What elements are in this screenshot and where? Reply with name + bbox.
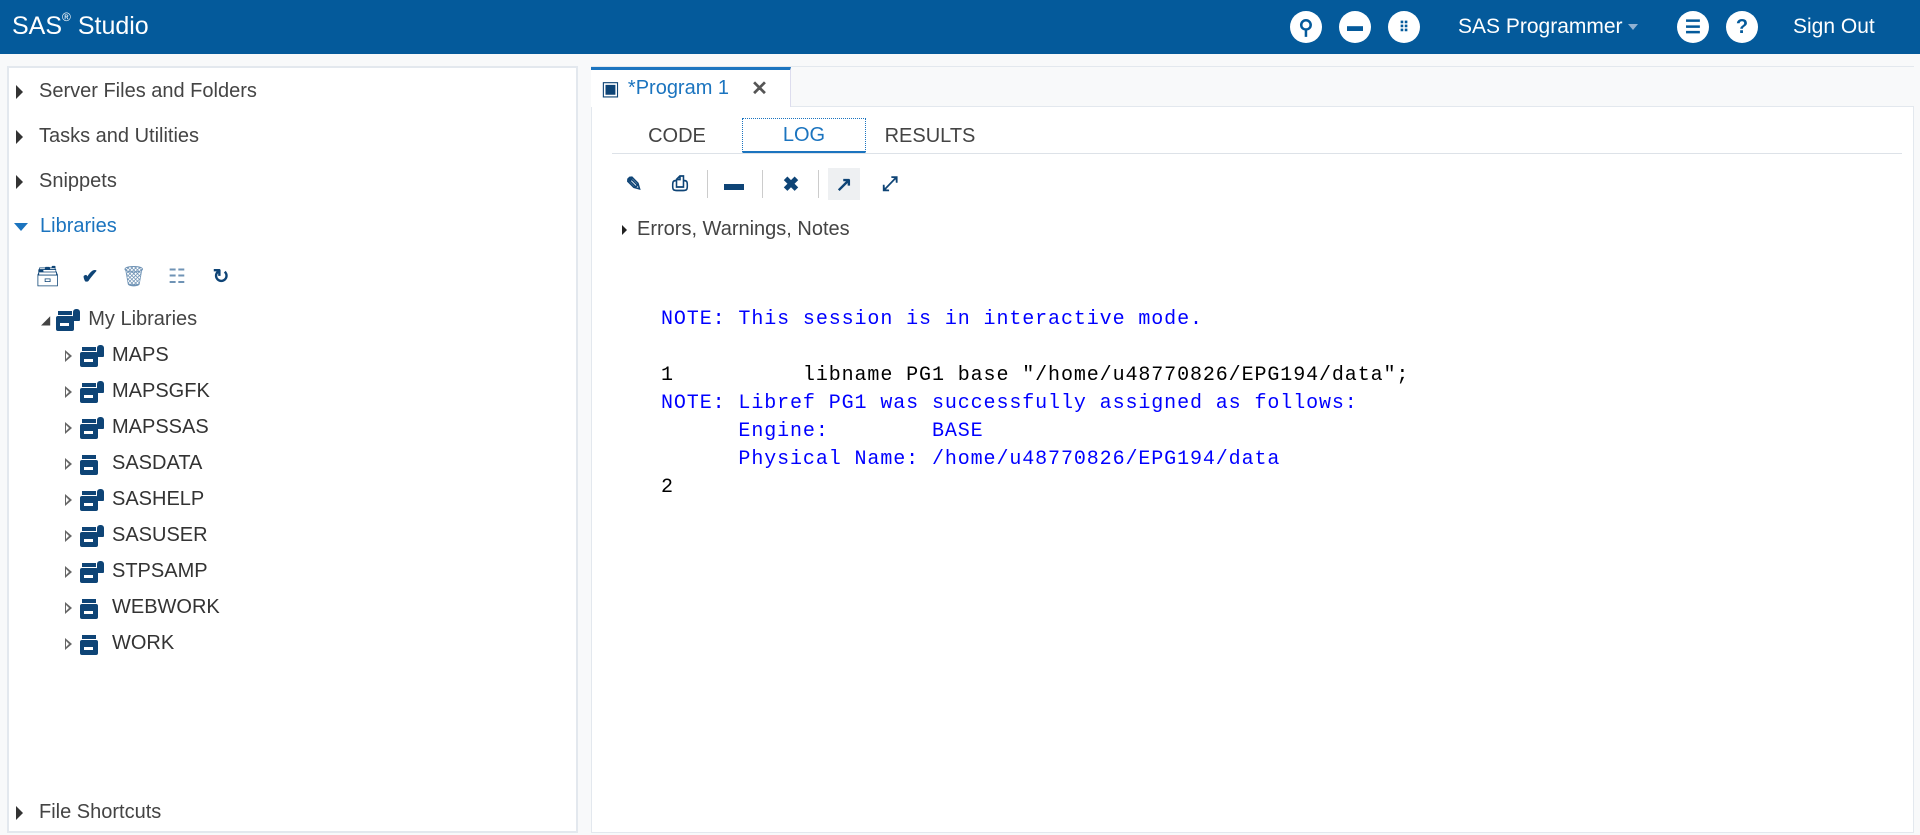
library-icon	[80, 633, 104, 655]
expand-icon	[16, 129, 23, 144]
tree-library-webwork[interactable]: WEBWORK	[65, 596, 220, 619]
go-to-line-icon[interactable]: ↗	[828, 168, 860, 200]
help-icon[interactable]: ?	[1726, 11, 1758, 43]
divider	[612, 153, 1902, 154]
delete-icon[interactable]: 🗑	[121, 264, 146, 288]
tree-library-mapsgfk[interactable]: MAPSGFK	[65, 380, 210, 403]
tree-my-libraries[interactable]: ◢ My Libraries	[41, 308, 197, 331]
app-header: SAS® Studio ⚲ ▬ ⠿ SAS Programmer ☰ ? Sig…	[0, 0, 1920, 54]
close-icon[interactable]: ✕	[751, 76, 768, 101]
section-snippets[interactable]: Snippets	[16, 170, 117, 193]
expand-icon	[65, 457, 72, 470]
tab-log[interactable]: LOG	[742, 118, 866, 154]
log-output: NOTE: This session is in interactive mod…	[661, 306, 1409, 502]
locked-library-icon	[80, 524, 104, 547]
tab-results[interactable]: RESULTS	[870, 118, 990, 154]
tree-library-work[interactable]: WORK	[65, 632, 174, 655]
section-file-shortcuts[interactable]: File Shortcuts	[16, 801, 161, 824]
locked-library-icon	[80, 344, 104, 367]
tab-bar	[791, 67, 1914, 107]
locked-library-icon	[80, 416, 104, 439]
library-icon	[80, 597, 104, 619]
divider	[707, 170, 708, 198]
divider	[762, 170, 763, 198]
tab-program-1[interactable]: ▣ *Program 1 ✕	[591, 67, 791, 107]
expand-icon	[65, 529, 72, 542]
open-folder-icon[interactable]: ▬	[1339, 11, 1371, 43]
tree-library-sasdata[interactable]: SASDATA	[65, 452, 202, 475]
new-library-icon[interactable]: 🗃	[35, 264, 60, 288]
tree-library-stpsamp[interactable]: STPSAMP	[65, 560, 208, 583]
log-line: Engine: BASE	[661, 420, 997, 443]
app-title: SAS® Studio	[12, 10, 149, 40]
divider	[818, 170, 819, 198]
sign-out-button[interactable]: Sign Out	[1793, 15, 1875, 39]
expand-icon	[16, 805, 23, 820]
expand-icon	[65, 637, 72, 650]
chevron-down-icon[interactable]	[1628, 24, 1638, 30]
navigation-pane: Server Files and Folders Tasks and Utili…	[7, 66, 578, 833]
clear-log-icon[interactable]: ✖	[775, 168, 807, 200]
tree-library-sashelp[interactable]: SASHELP	[65, 488, 204, 511]
section-tasks[interactable]: Tasks and Utilities	[16, 125, 199, 148]
save-log-icon[interactable]: ✎	[618, 168, 650, 200]
library-icon	[80, 453, 104, 475]
role-selector[interactable]: SAS Programmer	[1458, 15, 1623, 39]
section-server-files[interactable]: Server Files and Folders	[16, 80, 257, 103]
log-line: NOTE: Libref PG1 was successfully assign…	[661, 392, 1371, 415]
log-line: Physical Name: /home/u48770826/EPG194/da…	[661, 448, 1281, 471]
expand-icon	[65, 421, 72, 434]
expand-icon	[65, 565, 72, 578]
section-libraries[interactable]: Libraries	[14, 215, 117, 238]
expand-icon	[65, 349, 72, 362]
apps-icon[interactable]: ⠿	[1388, 11, 1420, 43]
expand-icon	[65, 601, 72, 614]
properties-icon[interactable]: ✔	[78, 264, 102, 288]
expanded-icon: ◢	[41, 312, 51, 327]
tree-library-maps[interactable]: MAPS	[65, 344, 169, 367]
refresh-icon[interactable]: ↻	[209, 264, 233, 288]
search-icon[interactable]: ⚲	[1290, 11, 1322, 43]
library-icon	[56, 308, 81, 331]
collapse-icon	[14, 222, 28, 231]
log-line: 2	[661, 476, 803, 499]
tab-code[interactable]: CODE	[612, 118, 742, 154]
tree-library-mapssas[interactable]: MAPSSAS	[65, 416, 209, 439]
expand-icon	[16, 84, 23, 99]
menu-icon[interactable]: ☰	[1677, 11, 1709, 43]
errors-warnings-notes-toggle[interactable]: Errors, Warnings, Notes	[622, 218, 850, 241]
download-log-icon[interactable]: ⎙	[664, 168, 696, 200]
expand-icon	[16, 174, 23, 189]
expand-icon	[65, 385, 72, 398]
tree-library-sasuser[interactable]: SASUSER	[65, 524, 208, 547]
log-line: 1 libname PG1 base "/home/u48770826/EPG1…	[661, 364, 1410, 387]
expand-icon	[622, 224, 627, 235]
list-view-icon[interactable]: ☷	[165, 264, 189, 288]
locked-library-icon	[80, 488, 104, 511]
maximize-icon[interactable]: ⤢	[874, 168, 906, 200]
program-icon: ▣	[601, 78, 620, 100]
expand-icon	[65, 493, 72, 506]
locked-library-icon	[80, 560, 104, 583]
log-line: NOTE: This session is in interactive mod…	[661, 308, 1203, 331]
locked-library-icon	[80, 380, 104, 403]
print-icon[interactable]: ▬	[718, 168, 750, 200]
